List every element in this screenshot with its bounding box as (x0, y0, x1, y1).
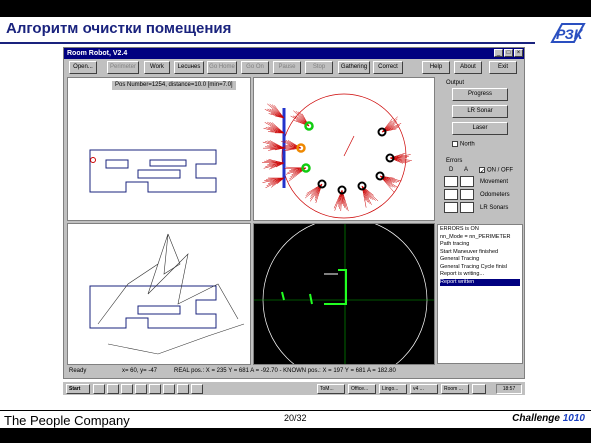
taskbar-task[interactable] (191, 384, 203, 394)
log-line: Start Maneuver finished (440, 248, 499, 255)
taskbar-task[interactable] (163, 384, 175, 394)
window-title: Room Robot, V2.4 (64, 48, 524, 59)
taskbar-task[interactable] (472, 384, 486, 394)
log-line: Path tracing (440, 241, 470, 247)
taskbar-task[interactable]: Lingo... (379, 384, 407, 394)
go-on-button[interactable]: Go On (241, 61, 269, 74)
lecture-button[interactable]: Lecuнes (174, 61, 204, 74)
page-number: 20/32 (284, 413, 307, 423)
movement-d-box (444, 176, 458, 187)
taskbar-task[interactable] (149, 384, 161, 394)
odometers-label: Odometers (480, 192, 510, 198)
help-button[interactable]: Help (422, 61, 450, 74)
taskbar-task[interactable] (135, 384, 147, 394)
room-plan (89, 149, 217, 193)
status-coords: x= 60, y= -47 (122, 368, 158, 374)
laser-view (254, 224, 434, 364)
minimize-icon[interactable]: _ (494, 49, 503, 57)
sonar-view (262, 93, 412, 219)
work-button[interactable]: Work (144, 61, 170, 74)
errors-col-a: A (464, 167, 469, 173)
bottom-bar (0, 428, 591, 443)
logo-text: РЗК (556, 26, 583, 42)
movement-a-box (460, 176, 474, 187)
taskbar: Start ToM... Office... Lingo... v4 ... R… (63, 381, 525, 395)
correct-button[interactable]: Correct (373, 61, 403, 74)
trajectory-plan (89, 233, 245, 355)
go-home-button[interactable]: Go Home (207, 61, 237, 74)
odometers-a-box (460, 189, 474, 200)
log-line: General Tracing Cycle finisl (440, 263, 507, 270)
pos-info: Pos Number=1254, distance=10.0 [min=7.0] (112, 81, 236, 90)
company-name: The People Company (4, 413, 130, 428)
gathering-button[interactable]: Gathering (338, 61, 370, 74)
log-line: ERRORS is ON (440, 226, 479, 232)
taskbar-task[interactable]: v4 ... (410, 384, 438, 394)
laser-pane[interactable] (253, 223, 435, 365)
taskbar-task[interactable] (177, 384, 189, 394)
slide-title: Алгоритм очистки помещения (6, 20, 232, 37)
status-real-pos: REAL pos.: X = 235 Y = 681 A = -92.70 - … (174, 368, 396, 374)
movement-label: Movement (480, 179, 509, 185)
room-map-pane[interactable]: Pos Number=1254, distance=10.0 [min=7.0] (67, 77, 251, 221)
log-line: nn_Mode = nn_PERIMETER (440, 233, 511, 240)
lr-sonars-d-box (444, 202, 458, 213)
window-controls: _ □ × (494, 49, 523, 57)
taskbar-task[interactable]: Room ... (441, 384, 469, 394)
close-icon[interactable]: × (514, 49, 523, 57)
odometers-d-box (444, 189, 458, 200)
north-checkbox[interactable]: North (452, 141, 475, 148)
lr-sonars-a-box (460, 202, 474, 213)
errors-label: Errors (446, 158, 463, 164)
errors-on-off-checkbox[interactable]: ✓ ON / OFF (479, 167, 513, 175)
maximize-icon[interactable]: □ (504, 49, 513, 57)
stop-button[interactable]: Stop (305, 61, 333, 74)
taskbar-task[interactable] (107, 384, 119, 394)
top-bar (0, 0, 591, 17)
room-robot-window: Room Robot, V2.4 _ □ × Open... Perimeter… (63, 47, 525, 379)
sonar-pane[interactable] (253, 77, 435, 221)
progress-button[interactable]: Progress (452, 88, 508, 101)
challenge-label: Challenge 1010 (512, 413, 585, 424)
title-rule (0, 42, 535, 44)
trajectory-pane[interactable] (67, 223, 251, 365)
footer-rule (0, 410, 591, 411)
taskbar-clock: 18:57 (496, 384, 522, 394)
status-bar: Ready x= 60, y= -47 REAL pos.: X = 235 Y… (64, 366, 524, 377)
errors-col-d: D (449, 167, 454, 173)
taskbar-task[interactable] (93, 384, 105, 394)
exit-button[interactable]: Exit (489, 61, 517, 74)
start-button[interactable]: Start (66, 384, 90, 394)
output-label: Output (446, 80, 465, 86)
pause-button[interactable]: Pause (273, 61, 301, 74)
taskbar-task[interactable]: ToM... (317, 384, 345, 394)
lr-sonar-button[interactable]: LR Sonar (452, 105, 508, 118)
about-button[interactable]: About (454, 61, 482, 74)
open-button[interactable]: Open... (69, 61, 97, 74)
log-line: Report is writing... (440, 271, 485, 277)
taskbar-task[interactable]: Office... (348, 384, 376, 394)
robot-marker (90, 157, 96, 163)
taskbar-task[interactable] (121, 384, 133, 394)
perimeter-button[interactable]: Perimeter (107, 61, 139, 74)
status-ready: Ready (69, 368, 87, 374)
laser-button[interactable]: Laser (452, 122, 508, 135)
log-line-selected[interactable]: Report written (440, 278, 520, 286)
lr-sonars-label: LR Sonars (480, 205, 509, 211)
log-line: General Tracing (440, 256, 480, 262)
event-log[interactable]: ERRORS is ON nn_Mode = nn_PERIMETER Path… (437, 224, 523, 364)
